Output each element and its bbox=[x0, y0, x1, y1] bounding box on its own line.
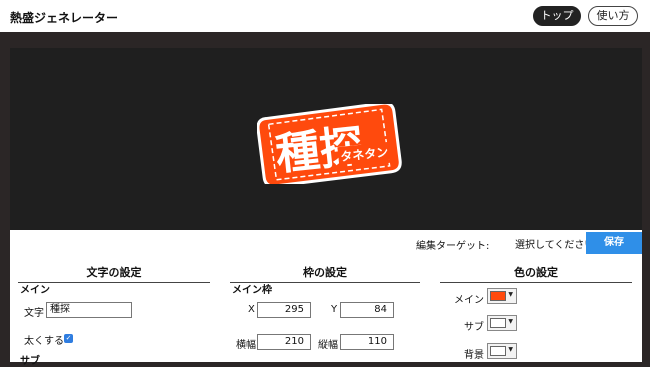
main-frame-label: メイン枠 bbox=[232, 285, 272, 296]
color-settings-heading: 色の設定 bbox=[440, 264, 632, 283]
save-button[interactable]: 保存 bbox=[586, 232, 642, 254]
usage-button[interactable]: 使い方 bbox=[588, 6, 638, 26]
edit-target-value: 選択してください bbox=[515, 240, 595, 251]
dropdown-arrow-icon: ▼ bbox=[508, 318, 513, 325]
main-color-picker[interactable]: ▼ bbox=[487, 288, 517, 304]
x-label: X bbox=[248, 304, 255, 315]
height-input[interactable]: 110 bbox=[340, 334, 394, 350]
dropdown-arrow-icon: ▼ bbox=[508, 291, 513, 298]
dropdown-arrow-icon: ▼ bbox=[508, 346, 513, 353]
bg-color-picker[interactable]: ▼ bbox=[487, 343, 517, 359]
text-main-label: メイン bbox=[20, 285, 50, 296]
bold-checkbox[interactable]: ✓ bbox=[64, 334, 73, 343]
sub-color-picker[interactable]: ▼ bbox=[487, 315, 517, 331]
y-label: Y bbox=[331, 304, 338, 315]
top-page-button[interactable]: トップ bbox=[533, 6, 581, 26]
stamp-preview: 種探 タネタン bbox=[257, 104, 402, 184]
top-bar: 熱盛ジェネレーター トップ 使い方 bbox=[0, 0, 650, 32]
char-input[interactable]: 種探 bbox=[46, 302, 132, 318]
char-label: 文字 bbox=[24, 308, 44, 319]
settings-panel: 編集ターゲット: 選択してください▲▼ 保存 文字の設定 メイン 文字 種探 太… bbox=[10, 230, 642, 367]
height-label: 縦幅 bbox=[318, 340, 338, 351]
x-input[interactable]: 295 bbox=[257, 302, 311, 318]
color-main-label: メイン bbox=[454, 295, 484, 306]
color-sub-label: サブ bbox=[464, 322, 484, 333]
edit-target-label: 編集ターゲット: bbox=[416, 241, 490, 252]
y-input[interactable]: 84 bbox=[340, 302, 394, 318]
width-input[interactable]: 210 bbox=[257, 334, 311, 350]
sub-color-fill bbox=[490, 318, 506, 328]
app-title: 熱盛ジェネレーター bbox=[10, 11, 119, 25]
text-sub-label: サブ bbox=[20, 356, 40, 367]
main-color-fill bbox=[490, 291, 506, 301]
width-label: 横幅 bbox=[236, 340, 256, 351]
bold-label: 太くする bbox=[24, 336, 64, 347]
preview-canvas[interactable]: 種探 タネタン bbox=[10, 48, 642, 230]
bg-color-fill bbox=[490, 346, 506, 356]
color-bg-label: 背景 bbox=[464, 350, 484, 361]
